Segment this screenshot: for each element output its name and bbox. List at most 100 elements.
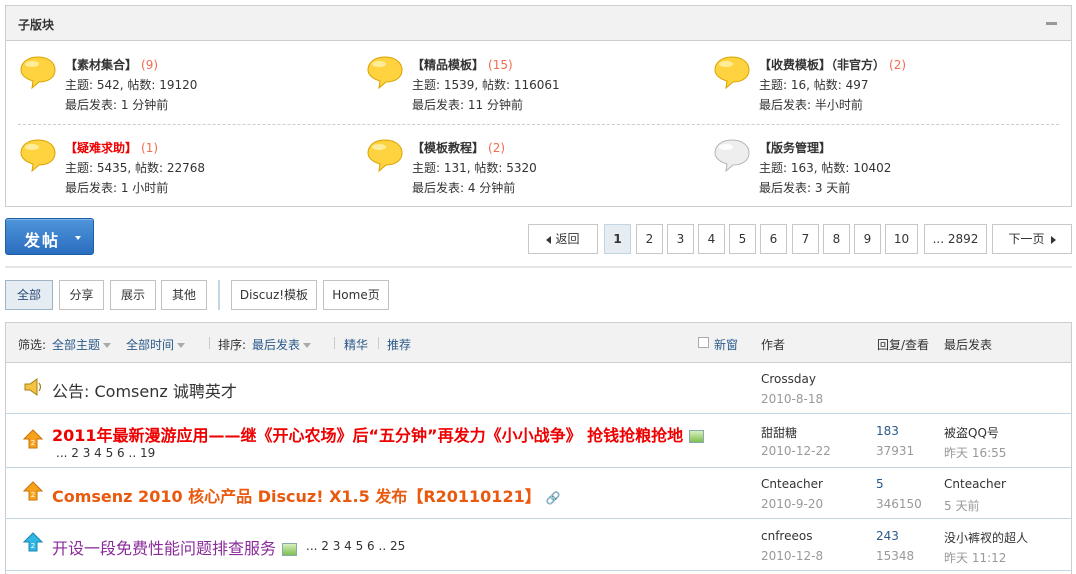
subforum-header: 子版块 — [6, 6, 1071, 41]
forum-name[interactable]: 【模板教程】 — [412, 141, 484, 155]
thread-author[interactable]: 甜甜糖 — [761, 424, 797, 441]
page-link[interactable]: 8 — [823, 224, 850, 254]
table-row[interactable]: 2 Comsenz 2010 核心产品 Discuz! X1.5 发布【R201… — [6, 468, 1071, 519]
sort-value: 最后发表 — [252, 338, 301, 352]
last-poster[interactable]: 被盗QQ号 — [944, 424, 999, 441]
tab-other[interactable]: 其他 — [161, 280, 207, 310]
forum-name[interactable]: 【疑难求助】 — [65, 141, 137, 155]
page-link[interactable]: 5 — [729, 224, 756, 254]
view-count: 346150 — [876, 497, 922, 511]
separator — [334, 337, 335, 349]
page-link[interactable]: 4 — [698, 224, 725, 254]
tab-share[interactable]: 分享 — [59, 280, 104, 310]
forum-last-post: 最后发表: 4 分钟前 — [412, 181, 516, 195]
forum-item[interactable]: 【疑难求助】 (1) 主题: 5435, 帖数: 22768 最后发表: 1 小时… — [12, 129, 352, 195]
caret-down-icon[interactable] — [75, 236, 81, 240]
thread-pages[interactable]: ... 2 3 4 5 6 .. 25 — [306, 539, 405, 553]
forum-last-post: 最后发表: 半小时前 — [759, 98, 863, 112]
digest-filter[interactable]: 精华 — [344, 336, 368, 353]
last-post-time[interactable]: 昨天 16:55 — [944, 444, 1006, 461]
new-window-checkbox[interactable] — [698, 337, 709, 348]
last-post-time[interactable]: 5 天前 — [944, 497, 979, 514]
forum-item[interactable]: 【模板教程】 (2) 主题: 131, 帖数: 5320 最后发表: 4 分钟前 — [359, 129, 699, 195]
thread-author[interactable]: cnfreeos — [761, 529, 812, 543]
announcement-icon — [24, 378, 42, 396]
last-poster[interactable]: Cnteacher — [944, 477, 1006, 491]
separator — [209, 337, 210, 349]
subforum-panel: 子版块 【素材集合】 (9) 主题: 542, 帖数: 19120 最后发表: 1… — [5, 5, 1072, 207]
page-link[interactable]: 10 — [885, 224, 918, 254]
sort-label: 排序: — [218, 338, 247, 352]
divider — [5, 266, 1072, 268]
page-link[interactable]: 3 — [667, 224, 694, 254]
reply-count[interactable]: 183 — [876, 424, 899, 438]
tab-all[interactable]: 全部 — [5, 280, 53, 310]
page-link[interactable]: 6 — [760, 224, 787, 254]
all-topics-label: 全部主题 — [52, 338, 101, 352]
back-button[interactable]: 返回 — [528, 224, 598, 254]
thread-date: 2010-9-20 — [761, 497, 824, 511]
arrow-left-icon — [546, 235, 552, 244]
new-post-button[interactable]: 发帖 — [5, 218, 94, 255]
forum-last-post: 最后发表: 11 分钟前 — [412, 98, 523, 112]
new-window-label[interactable]: 新窗 — [714, 336, 738, 353]
collapse-icon[interactable] — [1046, 22, 1057, 25]
forum-new-posts-icon — [367, 139, 403, 173]
page-link-last[interactable]: ... 2892 — [924, 224, 987, 254]
all-time-dropdown[interactable]: 全部时间 — [126, 336, 186, 353]
forum-last-post: 最后发表: 3 天前 — [759, 181, 851, 195]
column-last-post: 最后发表 — [944, 338, 993, 352]
forum-item[interactable]: 【收费模板】（非官方） (2) 主题: 16, 帖数: 497 最后发表: 半小时… — [706, 46, 1046, 112]
new-post-label: 发帖 — [24, 231, 61, 250]
table-row[interactable]: 2 2011年最新漫游应用——继《开心农场》后“五分钟”再发力《小小战争》 抢钱… — [6, 414, 1071, 468]
forum-name[interactable]: 【版务管理】 — [759, 141, 831, 155]
thread-title[interactable]: Comsenz 2010 核心产品 Discuz! X1.5 发布【R20110… — [52, 483, 561, 507]
tab-home[interactable]: Home页 — [323, 280, 389, 310]
thread-level-icon: 2 — [23, 532, 43, 552]
subforum-title: 子版块 — [18, 18, 55, 32]
forum-today-count: (2) — [889, 58, 907, 72]
forum-name[interactable]: 【精品模板】 — [412, 58, 484, 72]
thread-pages[interactable]: ... 2 3 4 5 6 .. 19 — [56, 446, 155, 460]
reply-count[interactable]: 5 — [876, 477, 884, 491]
all-topics-dropdown[interactable]: 全部主题 — [52, 336, 112, 353]
hot-thread-icon: 2 — [23, 429, 43, 449]
last-post-time[interactable]: 昨天 11:12 — [944, 549, 1006, 566]
forum-today-count: (15) — [488, 58, 513, 72]
forum-name[interactable]: 【素材集合】 — [65, 58, 137, 72]
thread-title-text: Comsenz 2010 核心产品 Discuz! X1.5 发布【R20110… — [52, 487, 541, 506]
thread-author[interactable]: Cnteacher — [761, 477, 823, 491]
forum-name[interactable]: 【收费模板】（非官方） — [759, 58, 885, 72]
thread-title[interactable]: 开设一段免费性能问题排查服务 — [52, 535, 298, 559]
hot-thread-icon: 2 — [23, 481, 43, 501]
forum-stats: 主题: 163, 帖数: 10402 — [759, 161, 892, 175]
page-link[interactable]: 2 — [636, 224, 663, 254]
page-link-current[interactable]: 1 — [604, 224, 631, 254]
table-row[interactable]: 公告: Comsenz 诚聘英才 Crossday 2010-8-18 — [6, 363, 1071, 414]
reply-count[interactable]: 243 — [876, 529, 899, 543]
recommend-filter[interactable]: 推荐 — [387, 336, 411, 353]
sort-dropdown[interactable]: 最后发表 — [252, 336, 312, 353]
thread-date: 2010-8-18 — [761, 392, 824, 406]
thread-date: 2010-12-8 — [761, 549, 824, 563]
back-label: 返回 — [555, 232, 580, 246]
view-count: 37931 — [876, 444, 915, 458]
tab-discuz-template[interactable]: Discuz!模板 — [231, 280, 317, 310]
last-poster[interactable]: 没小裤衩的超人 — [944, 529, 1028, 546]
page-link[interactable]: 9 — [854, 224, 881, 254]
thread-title[interactable]: 公告: Comsenz 诚聘英才 — [52, 378, 237, 402]
tab-show[interactable]: 展示 — [110, 280, 156, 310]
table-row[interactable]: 2 开设一段免费性能问题排查服务 ... 2 3 4 5 6 .. 25 cnf… — [6, 519, 1071, 571]
forum-item[interactable]: 【精品模板】 (15) 主题: 1539, 帖数: 116061 最后发表: 11… — [359, 46, 699, 112]
thread-author[interactable]: Crossday — [761, 372, 816, 386]
next-page-button[interactable]: 下一页 — [992, 224, 1072, 254]
tab-separator — [218, 280, 220, 310]
forum-item[interactable]: 【素材集合】 (9) 主题: 542, 帖数: 19120 最后发表: 1 分钟前 — [12, 46, 352, 112]
forum-new-posts-icon — [20, 56, 56, 90]
next-label: 下一页 — [1008, 232, 1045, 246]
thread-title[interactable]: 2011年最新漫游应用——继《开心农场》后“五分钟”再发力《小小战争》 抢钱抢粮… — [52, 422, 705, 446]
forum-item[interactable]: 【版务管理】 主题: 163, 帖数: 10402 最后发表: 3 天前 — [706, 129, 1046, 195]
divider — [18, 124, 1059, 125]
forum-stats: 主题: 5435, 帖数: 22768 — [65, 161, 206, 175]
page-link[interactable]: 7 — [792, 224, 819, 254]
